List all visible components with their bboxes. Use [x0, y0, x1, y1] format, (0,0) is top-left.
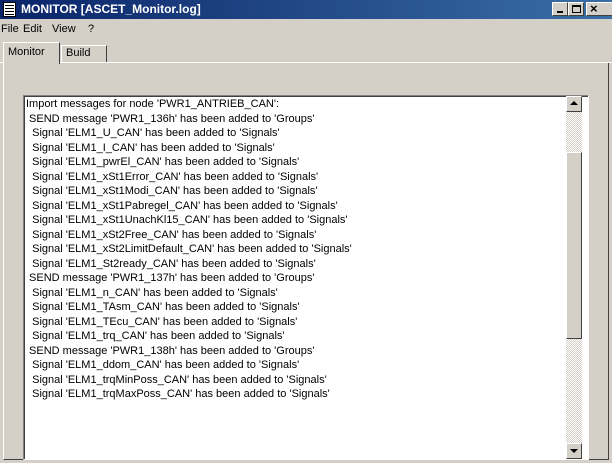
menu-file[interactable]: File — [1, 22, 19, 36]
log-line: Signal 'ELM1_U_CAN' has been added to 'S… — [26, 127, 280, 139]
tab-monitor[interactable]: Monitor — [3, 42, 60, 64]
window-title: MONITOR [ASCET_Monitor.log] — [21, 2, 201, 16]
minimize-button[interactable] — [552, 2, 568, 16]
log-line: SEND message 'PWR1_136h' has been added … — [26, 112, 315, 125]
scroll-up-button[interactable] — [566, 96, 582, 112]
log-output[interactable]: Import messages for node 'PWR1_ANTRIEB_C… — [23, 95, 589, 460]
log-line: Signal 'ELM1_trq_CAN' has been added to … — [26, 330, 285, 342]
monitor-window: MONITOR [ASCET_Monitor.log] × File Edit … — [0, 0, 612, 463]
arrow-down-icon — [570, 449, 578, 453]
log-line: SEND message 'PWR1_138h' has been added … — [26, 344, 315, 357]
menu-help[interactable]: ? — [88, 22, 94, 36]
log-line: Signal 'ELM1_TEcu_CAN' has been added to… — [26, 315, 298, 328]
log-line: Signal 'ELM1_xSt2Free_CAN' has been adde… — [26, 228, 317, 241]
log-lines: Import messages for node 'PWR1_ANTRIEB_C… — [26, 97, 571, 402]
log-line: Signal 'ELM1_xSt1Modi_CAN' has been adde… — [26, 185, 318, 197]
scroll-down-button[interactable] — [566, 443, 582, 459]
log-line: Signal 'ELM1_n_CAN' has been added to 'S… — [26, 286, 278, 299]
arrow-up-icon — [570, 101, 578, 105]
close-button[interactable]: × — [586, 2, 612, 16]
log-line: Signal 'ELM1_I_CAN' has been added to 'S… — [26, 141, 275, 154]
log-line: Signal 'ELM1_xSt1Pabregel_CAN' has been … — [26, 199, 338, 212]
log-line: Signal 'ELM1_xSt2LimitDefault_CAN' has b… — [26, 243, 352, 255]
menu-edit[interactable]: Edit — [23, 22, 42, 36]
log-line: Signal 'ELM1_ddom_CAN' has been added to… — [26, 359, 300, 371]
log-line: Signal 'ELM1_xSt1UnachKl15_CAN' has been… — [26, 214, 348, 226]
log-line: SEND message 'PWR1_137h' has been added … — [26, 272, 315, 284]
title-bar[interactable]: MONITOR [ASCET_Monitor.log] × — [0, 0, 612, 19]
menu-bar: File Edit View ? — [0, 19, 612, 39]
document-icon — [3, 2, 16, 17]
vertical-scrollbar[interactable] — [566, 96, 582, 459]
maximize-button[interactable] — [568, 2, 584, 16]
log-line: Signal 'ELM1_xSt1Error_CAN' has been add… — [26, 170, 319, 183]
log-line: Signal 'ELM1_St2ready_CAN' has been adde… — [26, 257, 316, 270]
log-line: Signal 'ELM1_trqMinPoss_CAN' has been ad… — [26, 373, 327, 386]
log-line: Signal 'ELM1_pwrEl_CAN' has been added t… — [26, 156, 300, 168]
log-line: Signal 'ELM1_TAsm_CAN' has been added to… — [26, 301, 300, 313]
scroll-thumb[interactable] — [566, 152, 582, 339]
log-line: Signal 'ELM1_trqMaxPoss_CAN' has been ad… — [26, 388, 330, 400]
menu-view[interactable]: View — [52, 22, 76, 36]
close-icon: × — [590, 1, 598, 16]
tab-build[interactable]: Build — [61, 45, 107, 63]
log-line: Import messages for node 'PWR1_ANTRIEB_C… — [26, 98, 280, 110]
